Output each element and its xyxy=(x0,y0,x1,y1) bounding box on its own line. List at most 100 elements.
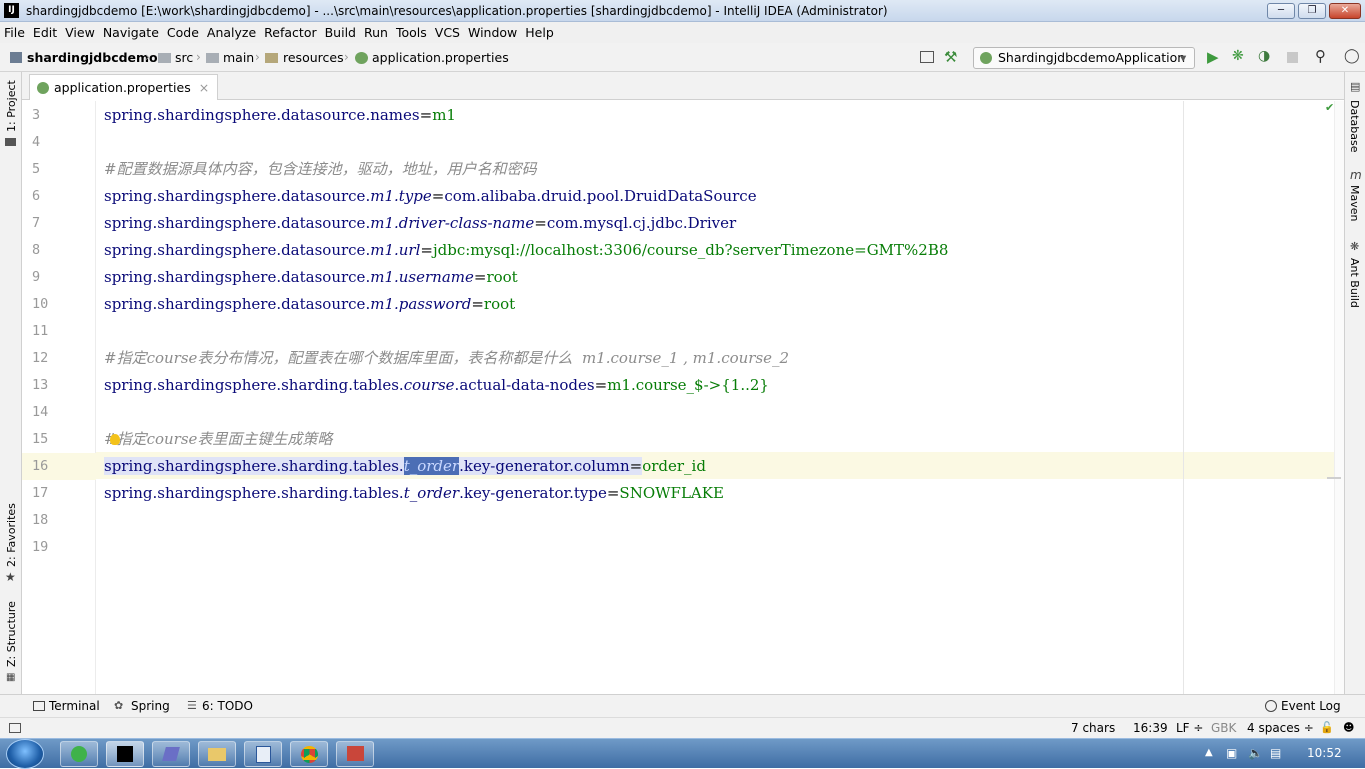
lock-icon[interactable]: 🔓 xyxy=(1320,721,1334,734)
menu-edit[interactable]: Edit xyxy=(29,22,61,43)
scroll-marker xyxy=(1327,477,1341,479)
breadcrumb-resources[interactable]: resources xyxy=(283,50,344,65)
clock[interactable]: 10:52 xyxy=(1307,746,1342,760)
run-icon[interactable]: ▶ xyxy=(1207,48,1219,66)
taskbar-word-button[interactable] xyxy=(244,741,282,767)
inspector-icon[interactable]: ☻ xyxy=(1343,721,1354,734)
breadcrumb-file[interactable]: application.properties xyxy=(372,50,509,65)
ant-icon: ❋ xyxy=(1350,240,1360,253)
line-number: 15 xyxy=(32,431,49,447)
breadcrumb-src[interactable]: src xyxy=(175,50,193,65)
menu-help[interactable]: Help xyxy=(521,22,558,43)
code-comment[interactable]: #指定course表里面主键生成策略 xyxy=(104,426,332,453)
show-hidden-icons[interactable]: ▲ xyxy=(1205,747,1213,758)
breadcrumb-project[interactable]: shardingjdbcdemo xyxy=(27,50,158,65)
property-key: spring.shardingsphere.datasource. xyxy=(104,187,371,205)
menu-file[interactable]: File xyxy=(0,22,29,43)
ant-build-tool-button[interactable]: Ant Build xyxy=(1348,258,1361,308)
build-hammer-icon[interactable]: ⚒ xyxy=(944,48,957,66)
menu-analyze[interactable]: Analyze xyxy=(203,22,260,43)
line-number: 6 xyxy=(32,188,41,204)
maven-tool-button[interactable]: Maven xyxy=(1348,185,1361,221)
favorites-tool-button[interactable]: 2: Favorites xyxy=(5,503,18,567)
menu-refactor[interactable]: Refactor xyxy=(260,22,320,43)
code-line[interactable]: spring.shardingsphere.datasource.names=m… xyxy=(104,102,456,129)
property-key: spring.shardingsphere.datasource. xyxy=(104,214,371,232)
windows-start-icon[interactable] xyxy=(6,739,44,769)
taskbar-recorder-button[interactable] xyxy=(336,741,374,767)
volume-icon[interactable]: 🔈 xyxy=(1248,746,1263,760)
breadcrumb-main[interactable]: main xyxy=(223,50,254,65)
code-line[interactable]: spring.shardingsphere.datasource.m1.type… xyxy=(104,183,757,210)
taskbar-intellij-button[interactable] xyxy=(106,741,144,767)
taskbar-chrome-button[interactable] xyxy=(290,741,328,767)
property-key-dynamic: m1.driver-class-name xyxy=(370,214,535,232)
intention-bulb-icon[interactable] xyxy=(110,434,120,445)
right-tool-window-strip: ▤ Database m Maven ❋ Ant Build xyxy=(1344,72,1365,694)
equals-sign: = xyxy=(473,268,487,286)
indent-select[interactable]: 4 spaces ÷ xyxy=(1247,721,1314,735)
line-number: 9 xyxy=(32,269,41,285)
property-key-suffix: .actual-data-nodes xyxy=(454,376,595,394)
intellij-icon xyxy=(117,746,133,762)
menu-vcs[interactable]: VCS xyxy=(431,22,464,43)
coverage-icon[interactable]: ◑ xyxy=(1258,48,1270,64)
code-line-current[interactable]: spring.shardingsphere.sharding.tables.t_… xyxy=(104,453,706,480)
layout-icon[interactable] xyxy=(920,51,934,63)
title-bar: IJ shardingjdbcdemo [E:\work\shardingjdb… xyxy=(0,0,1365,22)
menu-navigate[interactable]: Navigate xyxy=(99,22,163,43)
equals-sign: = xyxy=(420,241,433,259)
menu-view[interactable]: View xyxy=(61,22,99,43)
property-value: m1.course_$->{1..2} xyxy=(607,376,769,394)
search-icon[interactable]: ⚲ xyxy=(1315,47,1326,65)
run-configuration-select[interactable]: ShardingjdbcdemoApplication ▾ xyxy=(973,47,1195,69)
caret-position[interactable]: 16:39 xyxy=(1133,721,1168,735)
code-line[interactable]: spring.shardingsphere.datasource.m1.driv… xyxy=(104,210,736,237)
toggle-tool-windows-icon[interactable] xyxy=(9,723,21,733)
code-editor[interactable]: ✔ spring.shardingsphere.datasource.names… xyxy=(96,101,1344,694)
code-comment[interactable]: #指定course表分布情况，配置表在哪个数据库里面，表名称都是什么 m1.co… xyxy=(104,345,789,372)
event-log-button[interactable]: Event Log xyxy=(1281,699,1341,713)
tab-application-properties[interactable]: application.properties × xyxy=(29,74,219,100)
terminal-tool-button[interactable]: Terminal xyxy=(49,699,100,713)
folder-icon xyxy=(206,53,219,63)
structure-tool-button[interactable]: Z: Structure xyxy=(5,601,18,667)
taskbar-browser-button[interactable] xyxy=(60,741,98,767)
menu-build[interactable]: Build xyxy=(321,22,360,43)
line-number: 3 xyxy=(32,107,41,123)
spring-tool-button[interactable]: Spring xyxy=(131,699,170,713)
stop-icon[interactable] xyxy=(1287,52,1298,63)
property-key-dynamic: m1.password xyxy=(370,295,472,313)
close-button[interactable]: ✕ xyxy=(1329,3,1361,19)
taskbar-app-button[interactable] xyxy=(152,741,190,767)
property-key: spring.shardingsphere.sharding.tables. xyxy=(104,457,404,475)
menu-code[interactable]: Code xyxy=(163,22,203,43)
debug-icon[interactable]: ❋ xyxy=(1232,48,1244,64)
code-line[interactable]: spring.shardingsphere.sharding.tables.co… xyxy=(104,372,769,399)
find-everywhere-icon[interactable]: ◯ xyxy=(1344,48,1360,64)
tray-icon[interactable]: ▣ xyxy=(1226,746,1237,760)
file-encoding[interactable]: GBK xyxy=(1211,721,1236,735)
code-comment[interactable]: #配置数据源具体内容，包含连接池，驱动，地址，用户名和密码 xyxy=(104,156,537,183)
equals-sign: = xyxy=(431,187,445,205)
network-icon[interactable]: ▤ xyxy=(1270,746,1281,760)
terminal-label: Terminal xyxy=(49,699,100,713)
project-tool-button[interactable]: 1: Project xyxy=(5,80,18,132)
code-line[interactable]: spring.shardingsphere.datasource.m1.url=… xyxy=(104,237,948,264)
line-separator-select[interactable]: LF ÷ xyxy=(1176,721,1203,735)
restore-button[interactable]: ❐ xyxy=(1298,3,1326,19)
todo-tool-button[interactable]: 6: TODO xyxy=(202,699,253,713)
resources-folder-icon xyxy=(265,53,278,63)
minimize-button[interactable]: ─ xyxy=(1267,3,1295,19)
editor-scrollbar[interactable]: ✔ xyxy=(1325,101,1344,694)
database-tool-button[interactable]: Database xyxy=(1348,100,1361,153)
tab-close-icon[interactable]: × xyxy=(199,80,209,95)
menu-tools[interactable]: Tools xyxy=(392,22,431,43)
code-line[interactable]: spring.shardingsphere.datasource.m1.user… xyxy=(104,264,518,291)
menu-run[interactable]: Run xyxy=(360,22,392,43)
menu-window[interactable]: Window xyxy=(464,22,521,43)
windows-taskbar: ▲ ▣ 🔈 ▤ 10:52 xyxy=(0,738,1365,769)
taskbar-explorer-button[interactable] xyxy=(198,741,236,767)
code-line[interactable]: spring.shardingsphere.datasource.m1.pass… xyxy=(104,291,515,318)
code-line[interactable]: spring.shardingsphere.sharding.tables.t_… xyxy=(104,480,724,507)
